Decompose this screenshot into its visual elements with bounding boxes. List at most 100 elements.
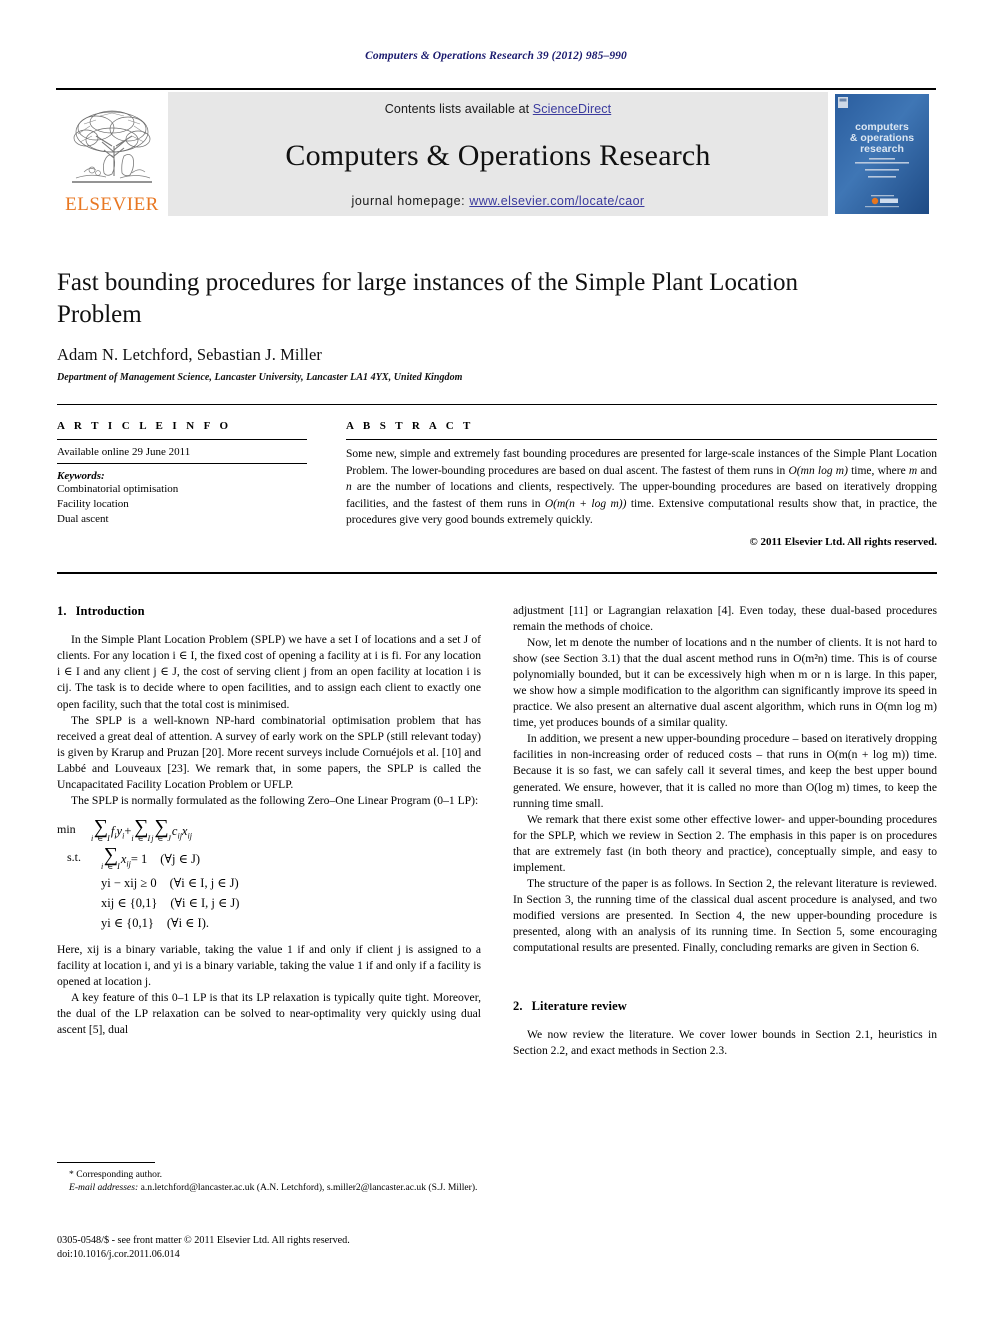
abstract-complexity-2: O(m(n + log m)) xyxy=(544,497,627,510)
journal-band: Contents lists available at ScienceDirec… xyxy=(168,92,828,216)
author-list: Adam N. Letchford, Sebastian J. Miller xyxy=(57,345,887,365)
page-title: Fast bounding procedures for large insta… xyxy=(57,269,799,328)
email-label: E-mail addresses: xyxy=(69,1182,139,1194)
elsevier-logo: ELSEVIER xyxy=(56,92,168,216)
info-band-bottom-rule xyxy=(57,572,937,574)
constraint-1-row: s.t. ∑ i ∈ I xij = 1 (∀j ∈ J) xyxy=(57,845,481,871)
constraint-3-condition: (∀i ∈ I, j ∈ J) xyxy=(170,895,240,910)
summation-limits: j ∈ J xyxy=(151,833,172,843)
article-info-rule-1 xyxy=(57,439,307,440)
asterisk-icon: * xyxy=(69,1169,74,1180)
paragraph: In the Simple Plant Location Problem (SP… xyxy=(57,633,481,711)
available-online: Available online 29 June 2011 xyxy=(57,446,191,458)
paragraph: We now review the literature. We cover l… xyxy=(513,1028,937,1058)
constraint-2-expression: yi − xij ≥ 0 xyxy=(101,875,157,890)
body-column-left: 1. Introduction In the Simple Plant Locat… xyxy=(57,603,481,1038)
section-title: Literature review xyxy=(531,999,627,1014)
homepage-prefix: journal homepage: xyxy=(351,194,470,208)
journal-cover-image: computers & operations research xyxy=(835,94,929,214)
journal-homepage-link[interactable]: www.elsevier.com/locate/caor xyxy=(469,194,644,208)
constraint-1-condition: (∀j ∈ J) xyxy=(160,851,200,866)
objective-row: min ∑ i ∈ I fiyi + ∑ i ∈ I ∑ j ∈ J cijxi… xyxy=(57,817,481,843)
plus-sign: + xyxy=(124,823,132,838)
abstract-var-m: m xyxy=(908,464,918,477)
elsevier-tree-icon xyxy=(72,110,152,183)
sciencedirect-link[interactable]: ScienceDirect xyxy=(533,102,611,116)
email-address-1[interactable]: a.n.letchford@lancaster.ac.uk (A.N. Letc… xyxy=(141,1182,325,1193)
constraint-1-lhs: xij xyxy=(120,851,131,869)
abstract-part: and xyxy=(917,464,937,477)
email-address-2[interactable]: s.miller2@lancaster.ac.uk (S.J. Miller). xyxy=(327,1182,478,1193)
authors-names: Adam N. Letchford, Sebastian J. Miller xyxy=(57,345,322,364)
footnote-block: * Corresponding author. E-mail addresses… xyxy=(57,1168,481,1194)
summation-1: ∑ i ∈ I xyxy=(91,817,111,843)
email-addresses: E-mail addresses: a.n.letchford@lancaste… xyxy=(57,1181,481,1194)
section-number: 1. xyxy=(57,604,67,618)
body-column-right: adjustment [11] or Lagrangian relaxation… xyxy=(513,603,937,1059)
journal-title: Computers & Operations Research xyxy=(285,138,711,172)
info-band-top-rule xyxy=(57,404,937,405)
constraint-1-rhs: = 1 xyxy=(130,851,148,866)
keywords-label: Keywords: xyxy=(57,470,105,482)
contents-available-line: Contents lists available at ScienceDirec… xyxy=(385,102,611,116)
svg-text:research: research xyxy=(860,143,904,155)
constraint-4-condition: (∀i ∈ I). xyxy=(166,915,209,930)
paragraph: The SPLP is a well-known NP-hard combina… xyxy=(57,713,481,791)
footnote-separator xyxy=(57,1162,155,1163)
constraint-1-expression: ∑ i ∈ I xij = 1 (∀j ∈ J) xyxy=(101,845,200,871)
elsevier-wordmark: ELSEVIER xyxy=(65,194,159,215)
constraint-3-expression: xij ∈ {0,1} xyxy=(101,895,158,910)
subject-to-label: s.t. xyxy=(67,849,82,864)
corresponding-author-text: Corresponding author. xyxy=(76,1169,163,1180)
journal-homepage-line: journal homepage: www.elsevier.com/locat… xyxy=(352,194,645,208)
section-title: Introduction xyxy=(75,604,145,618)
keyword-item: Dual ascent xyxy=(57,512,109,525)
contents-prefix: Contents lists available at xyxy=(384,102,533,116)
article-info-block: A R T I C L E I N F O Available online 2… xyxy=(57,420,307,527)
abstract-heading: A B S T R A C T xyxy=(346,420,474,432)
section-heading-introduction: 1. Introduction xyxy=(57,603,481,620)
article-info-heading: A R T I C L E I N F O xyxy=(57,420,232,432)
objective-term-2: cijxij xyxy=(171,823,192,841)
paragraph: adjustment [11] or Lagrangian relaxation… xyxy=(513,604,937,634)
summation-limits: i ∈ I xyxy=(101,861,121,871)
corresponding-author-note: * Corresponding author. xyxy=(57,1168,481,1181)
keyword-item: Combinatorial optimisation xyxy=(57,483,179,495)
paragraph: A key feature of this 0–1 LP is that its… xyxy=(57,990,481,1037)
paragraph: The structure of the paper is as follows… xyxy=(513,876,937,954)
doi-line[interactable]: doi:10.1016/j.cor.2011.06.014 xyxy=(57,1248,527,1262)
abstract-rule xyxy=(346,439,937,440)
keyword-item: Facility location xyxy=(57,497,129,510)
paragraph: We remark that there exist some other ef… xyxy=(513,812,937,874)
min-label: min xyxy=(57,821,76,836)
journal-cover: computers & operations research xyxy=(828,92,936,216)
paragraph: Here, xij is a binary variable, taking t… xyxy=(57,942,481,988)
abstract-complexity-1: O(mn log m) xyxy=(788,464,848,477)
objective-expression: ∑ i ∈ I fiyi + ∑ i ∈ I ∑ j ∈ J cijxij xyxy=(91,817,192,843)
issn-front-matter: 0305-0548/$ - see front matter © 2011 El… xyxy=(57,1235,350,1246)
summation-4: ∑ i ∈ I xyxy=(101,845,121,871)
summation-limits: i ∈ I xyxy=(91,833,111,843)
summation-limits: i ∈ I xyxy=(131,833,152,843)
abstract-part: time, where xyxy=(847,464,909,477)
imprint-block: 0305-0548/$ - see front matter © 2011 El… xyxy=(57,1234,527,1263)
abstract-block: A B S T R A C T Some new, simple and ext… xyxy=(346,420,937,548)
paragraph: In addition, we present a new upper-boun… xyxy=(513,732,937,810)
article-info-rule-2 xyxy=(57,463,307,464)
constraint-4: yi ∈ {0,1} (∀i ∈ I). xyxy=(57,913,481,933)
paragraph: The SPLP is normally formulated as the f… xyxy=(71,793,479,807)
summation-2: ∑ i ∈ I xyxy=(131,817,152,843)
abstract-text: Some new, simple and extremely fast boun… xyxy=(346,446,937,529)
summation-3: ∑ j ∈ J xyxy=(151,817,172,843)
affiliation: Department of Management Science, Lancas… xyxy=(57,372,463,383)
paper-page: Computers & Operations Research 39 (2012… xyxy=(0,0,992,1323)
constraint-2: yi − xij ≥ 0 (∀i ∈ I, j ∈ J) xyxy=(57,873,481,893)
section-heading-literature-review: 2. Literature review xyxy=(513,998,937,1015)
running-head: Computers & Operations Research 39 (2012… xyxy=(365,50,627,62)
constraint-4-expression: yi ∈ {0,1} xyxy=(101,915,154,930)
constraint-2-condition: (∀i ∈ I, j ∈ J) xyxy=(169,875,239,890)
constraint-3: xij ∈ {0,1} (∀i ∈ I, j ∈ J) xyxy=(57,893,481,913)
section-number: 2. xyxy=(513,999,523,1014)
objective-term-1: fiyi xyxy=(110,823,125,841)
copyright-line: © 2011 Elsevier Ltd. All rights reserved… xyxy=(749,535,937,548)
